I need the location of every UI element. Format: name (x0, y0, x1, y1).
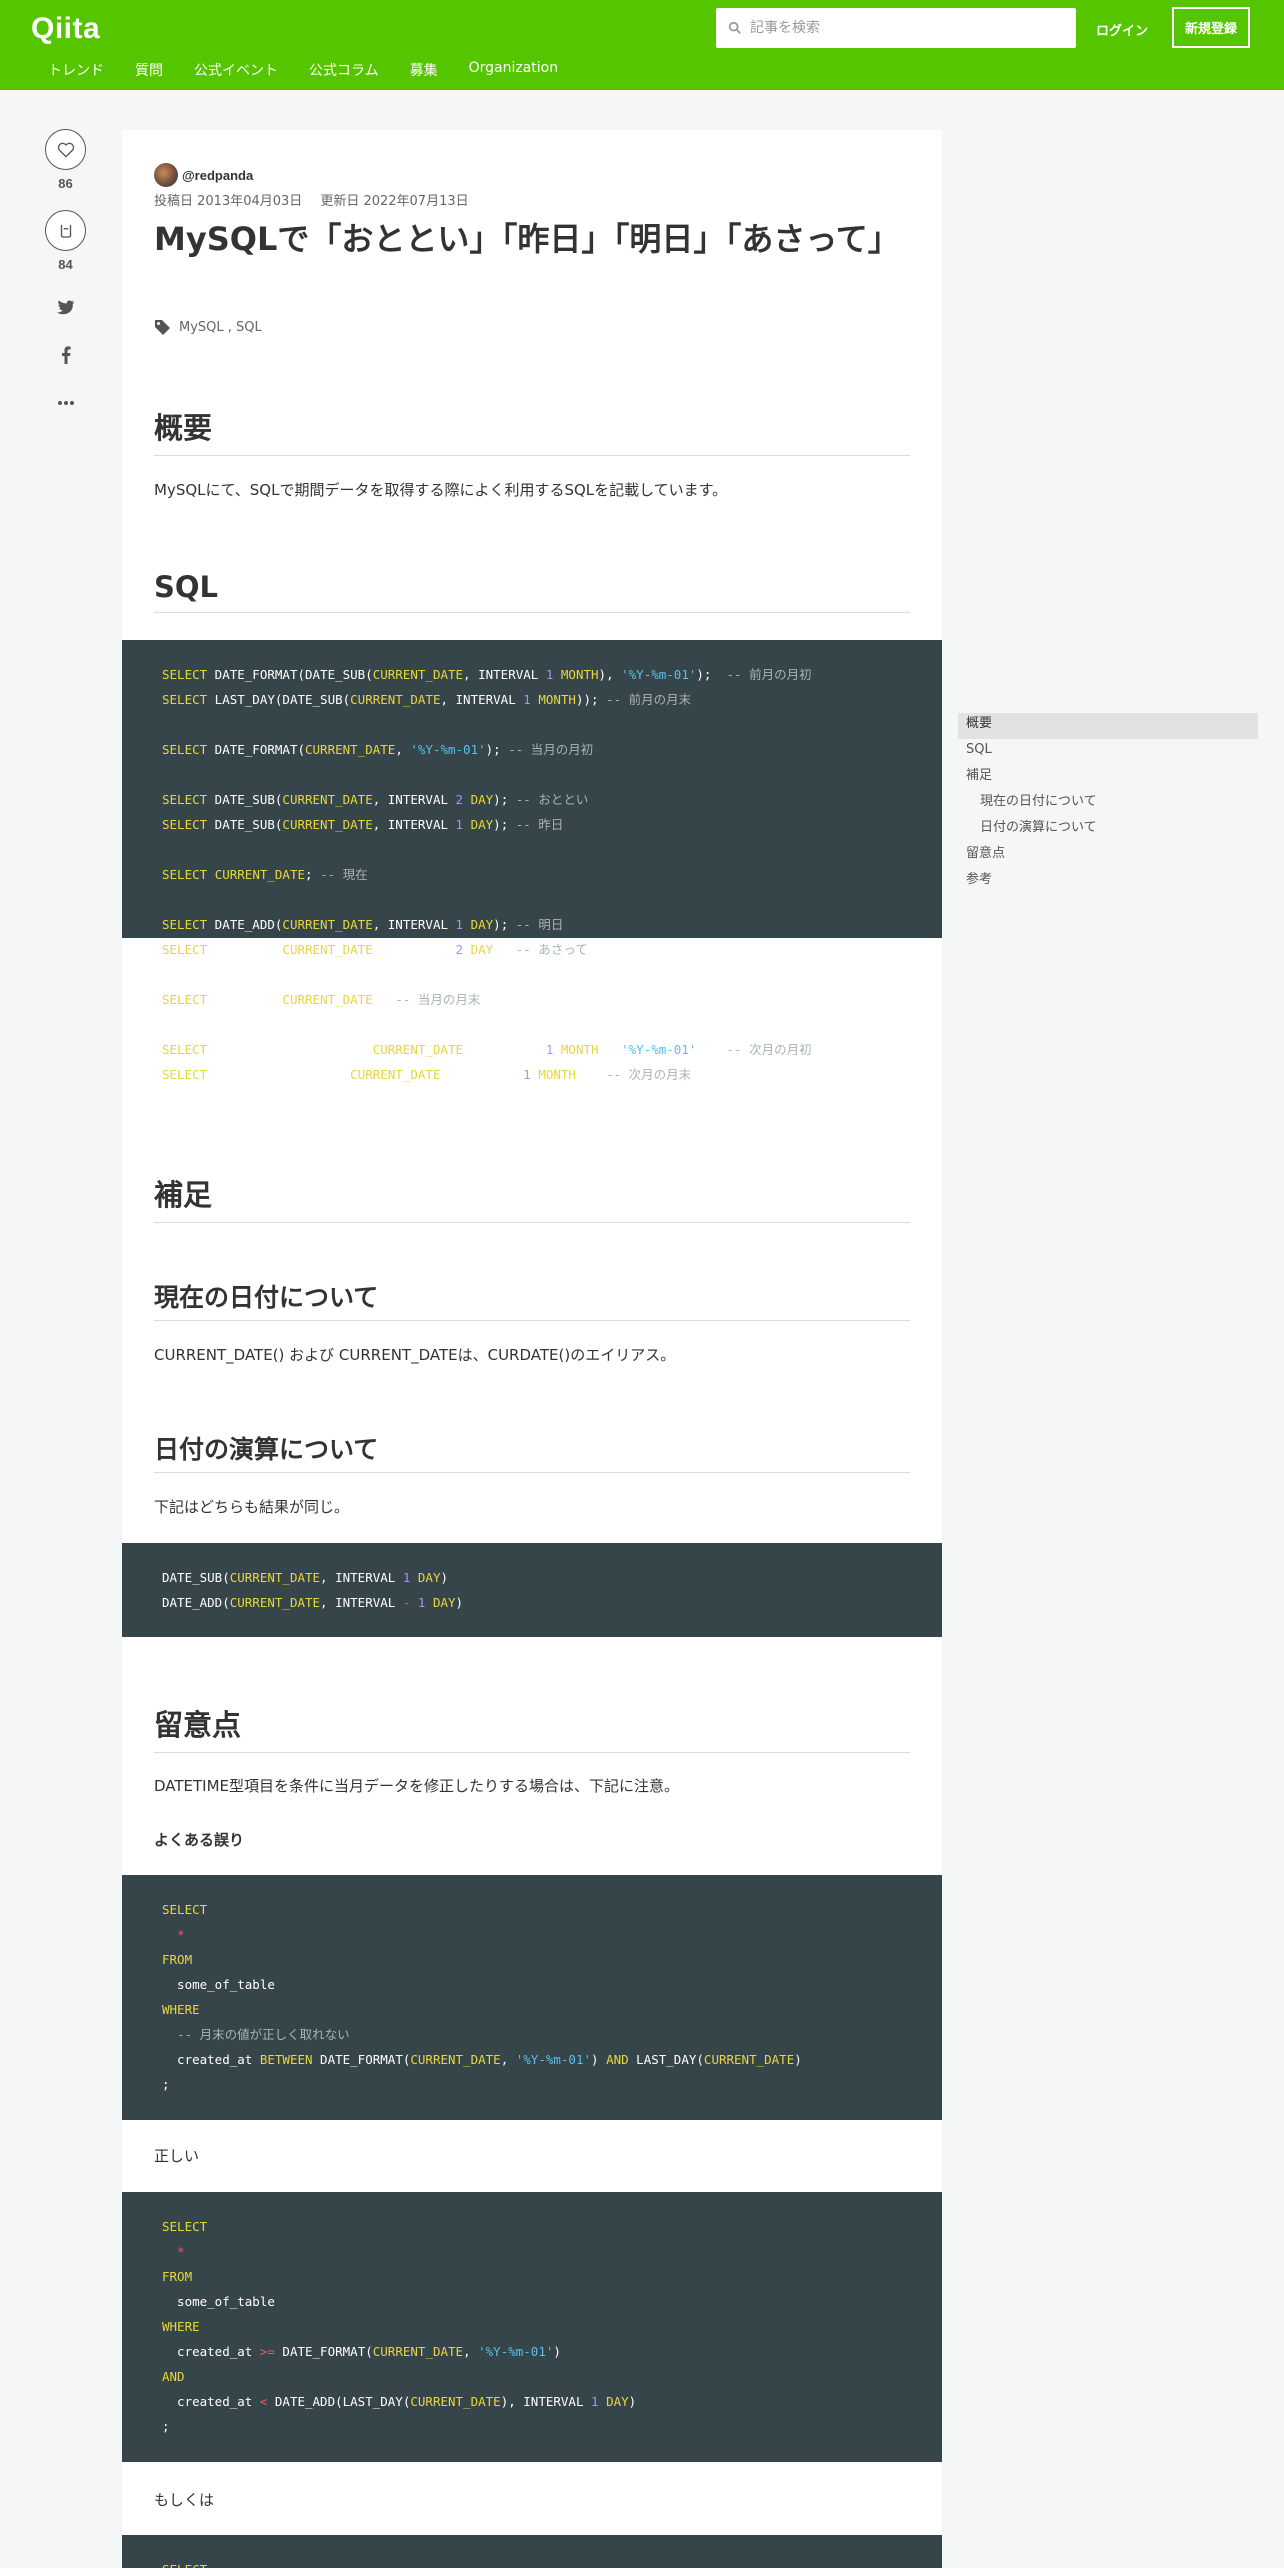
twitter-icon[interactable] (55, 297, 77, 319)
toc-item-caution[interactable]: 留意点 (958, 843, 1258, 869)
common-mistake-label: よくある誤り (154, 1831, 245, 1849)
more-options-icon[interactable] (55, 392, 77, 414)
code-block-alternative: SELECT (122, 2535, 942, 2568)
tag-icon (155, 320, 170, 335)
heart-icon (57, 142, 74, 157)
stock-button[interactable] (45, 210, 86, 251)
table-of-contents: 概要 SQL 補足 現在の日付について 日付の演算について 留意点 参考 (958, 713, 1258, 895)
tag-list: MySQL , SQL (154, 319, 262, 335)
like-button[interactable] (45, 129, 86, 170)
code-block-mistake: SELECT * FROM some_of_table WHERE -- 月末の… (122, 1875, 942, 2120)
heading-supplement: 補足 (154, 1172, 910, 1223)
article-body: @redpanda 投稿日 2013年04月03日 更新日 2022年07月13日… (122, 130, 942, 2568)
heading-sql: SQL (154, 570, 910, 613)
code-block-correct: SELECT * FROM some_of_table WHERE create… (122, 2192, 942, 2462)
heading-caution: 留意点 (154, 1702, 910, 1753)
article-title: MySQLで「おととい」「昨日」「明日」「あさって」 (154, 220, 900, 258)
author-name[interactable]: @redpanda (182, 168, 253, 183)
posted-date: 投稿日 2013年04月03日 (154, 194, 303, 209)
code-block-date-calc: DATE_SUB(CURRENT_DATE, INTERVAL 1 DAY) D… (122, 1543, 942, 1637)
stock-action: 84 (45, 210, 86, 272)
search-box[interactable] (716, 8, 1076, 48)
site-header: Qiita ログイン 新規登録 トレンド 質問 公式イベント 公式コラム 募集 … (0, 0, 1284, 90)
current-date-text: CURRENT_DATE() および CURRENT_DATEは、CURDATE… (154, 1346, 676, 1364)
nav-trend[interactable]: トレンド (48, 60, 104, 80)
facebook-icon[interactable] (55, 344, 77, 366)
overview-text: MySQLにて、SQLで期間データを取得する際によく利用するSQLを記載していま… (154, 481, 728, 499)
toc-item-sql[interactable]: SQL (958, 739, 1258, 765)
toc-item-current-date[interactable]: 現在の日付について (958, 791, 1258, 817)
heading-current-date: 現在の日付について (154, 1278, 910, 1321)
heading-overview: 概要 (154, 405, 910, 456)
nav-columns[interactable]: 公式コラム (309, 60, 379, 80)
tags[interactable]: MySQL , SQL (179, 320, 262, 335)
toc-item-supplement[interactable]: 補足 (958, 765, 1258, 791)
nav-questions[interactable]: 質問 (135, 60, 163, 80)
login-link[interactable]: ログイン (1096, 20, 1148, 39)
avatar[interactable] (154, 163, 178, 187)
search-input[interactable] (750, 20, 1050, 36)
post-dates: 投稿日 2013年04月03日 更新日 2022年07月13日 (154, 190, 487, 209)
toc-item-date-calc[interactable]: 日付の演算について (958, 817, 1258, 843)
signup-button[interactable]: 新規登録 (1172, 7, 1250, 48)
stock-icon (60, 224, 71, 238)
toc-item-references[interactable]: 参考 (958, 869, 1258, 895)
correct-label: 正しい (154, 2147, 200, 2165)
nav-events[interactable]: 公式イベント (194, 60, 278, 80)
global-nav: トレンド 質問 公式イベント 公式コラム 募集 Organization (48, 60, 589, 80)
qiita-logo[interactable]: Qiita (31, 12, 100, 46)
stock-count: 84 (58, 257, 73, 272)
like-action: 86 (45, 129, 86, 191)
author-info[interactable]: @redpanda (154, 163, 253, 187)
updated-date: 更新日 2022年07月13日 (320, 194, 469, 209)
code-block-sql: SELECT DATE_FORMAT(DATE_SUB(CURRENT_DATE… (122, 640, 942, 1082)
like-count: 86 (58, 176, 73, 191)
or-else-label: もしくは (154, 2491, 215, 2509)
nav-recruit[interactable]: 募集 (410, 60, 438, 80)
caution-text: DATETIME型項目を条件に当月データを修正したりする場合は、下記に注意。 (154, 1777, 680, 1795)
nav-organization[interactable]: Organization (469, 60, 559, 80)
toc-item-overview[interactable]: 概要 (958, 713, 1258, 739)
date-calc-text: 下記はどちらも結果が同じ。 (154, 1498, 350, 1516)
heading-date-calc: 日付の演算について (154, 1430, 910, 1473)
search-icon (728, 21, 741, 34)
